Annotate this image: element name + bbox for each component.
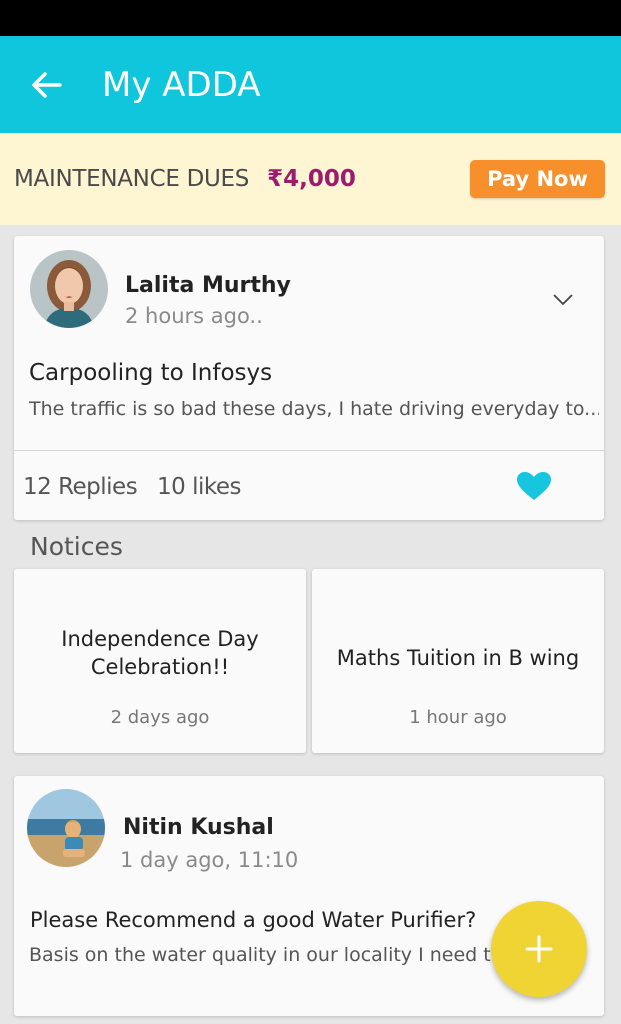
page-title: My ADDA	[102, 64, 261, 105]
post-card[interactable]: Lalita Murthy 2 hours ago.. Carpooling t…	[14, 236, 604, 520]
divider	[14, 450, 604, 451]
notice-title: Maths Tuition in B wing	[336, 646, 580, 670]
back-arrow-icon	[32, 71, 62, 98]
dues-label: MAINTENANCE DUES	[14, 166, 250, 192]
notice-card[interactable]: Maths Tuition in B wing 1 hour ago	[312, 569, 604, 753]
post-time: 1 day ago, 11:10	[120, 848, 299, 872]
maintenance-dues-banner: MAINTENANCE DUES ₹4,000 Pay Now	[0, 133, 621, 225]
post-options-button[interactable]	[548, 285, 578, 315]
post-author[interactable]: Lalita Murthy	[125, 273, 291, 298]
chevron-down-icon	[553, 294, 573, 306]
pay-now-button[interactable]: Pay Now	[470, 160, 605, 198]
like-button[interactable]	[516, 471, 552, 506]
post-excerpt: The traffic is so bad these days, I hate…	[29, 398, 599, 420]
plus-icon	[525, 935, 553, 963]
notice-time: 2 days ago	[110, 707, 210, 728]
post-excerpt: Basis on the water quality in our locali…	[29, 944, 494, 966]
post-title[interactable]: Carpooling to Infosys	[29, 360, 272, 386]
replies-count[interactable]: 12 Replies	[23, 474, 138, 500]
back-button[interactable]	[12, 50, 82, 120]
notices-heading: Notices	[30, 532, 123, 561]
dues-amount: ₹4,000	[267, 166, 356, 192]
notice-title: Independence Day Celebration!!	[61, 627, 259, 679]
post-author[interactable]: Nitin Kushal	[123, 815, 274, 840]
add-post-button[interactable]	[491, 901, 587, 997]
heart-icon	[517, 472, 551, 500]
notice-time: 1 hour ago	[409, 707, 507, 728]
post-title[interactable]: Please Recommend a good Water Purifier?	[30, 908, 476, 932]
likes-count[interactable]: 10 likes	[157, 474, 242, 500]
avatar[interactable]	[27, 789, 105, 867]
status-bar	[0, 0, 621, 36]
notice-card[interactable]: Independence Day Celebration!! 2 days ag…	[14, 569, 306, 753]
app-bar: My ADDA	[0, 36, 621, 133]
post-time: 2 hours ago..	[125, 304, 263, 328]
avatar[interactable]	[30, 250, 108, 328]
